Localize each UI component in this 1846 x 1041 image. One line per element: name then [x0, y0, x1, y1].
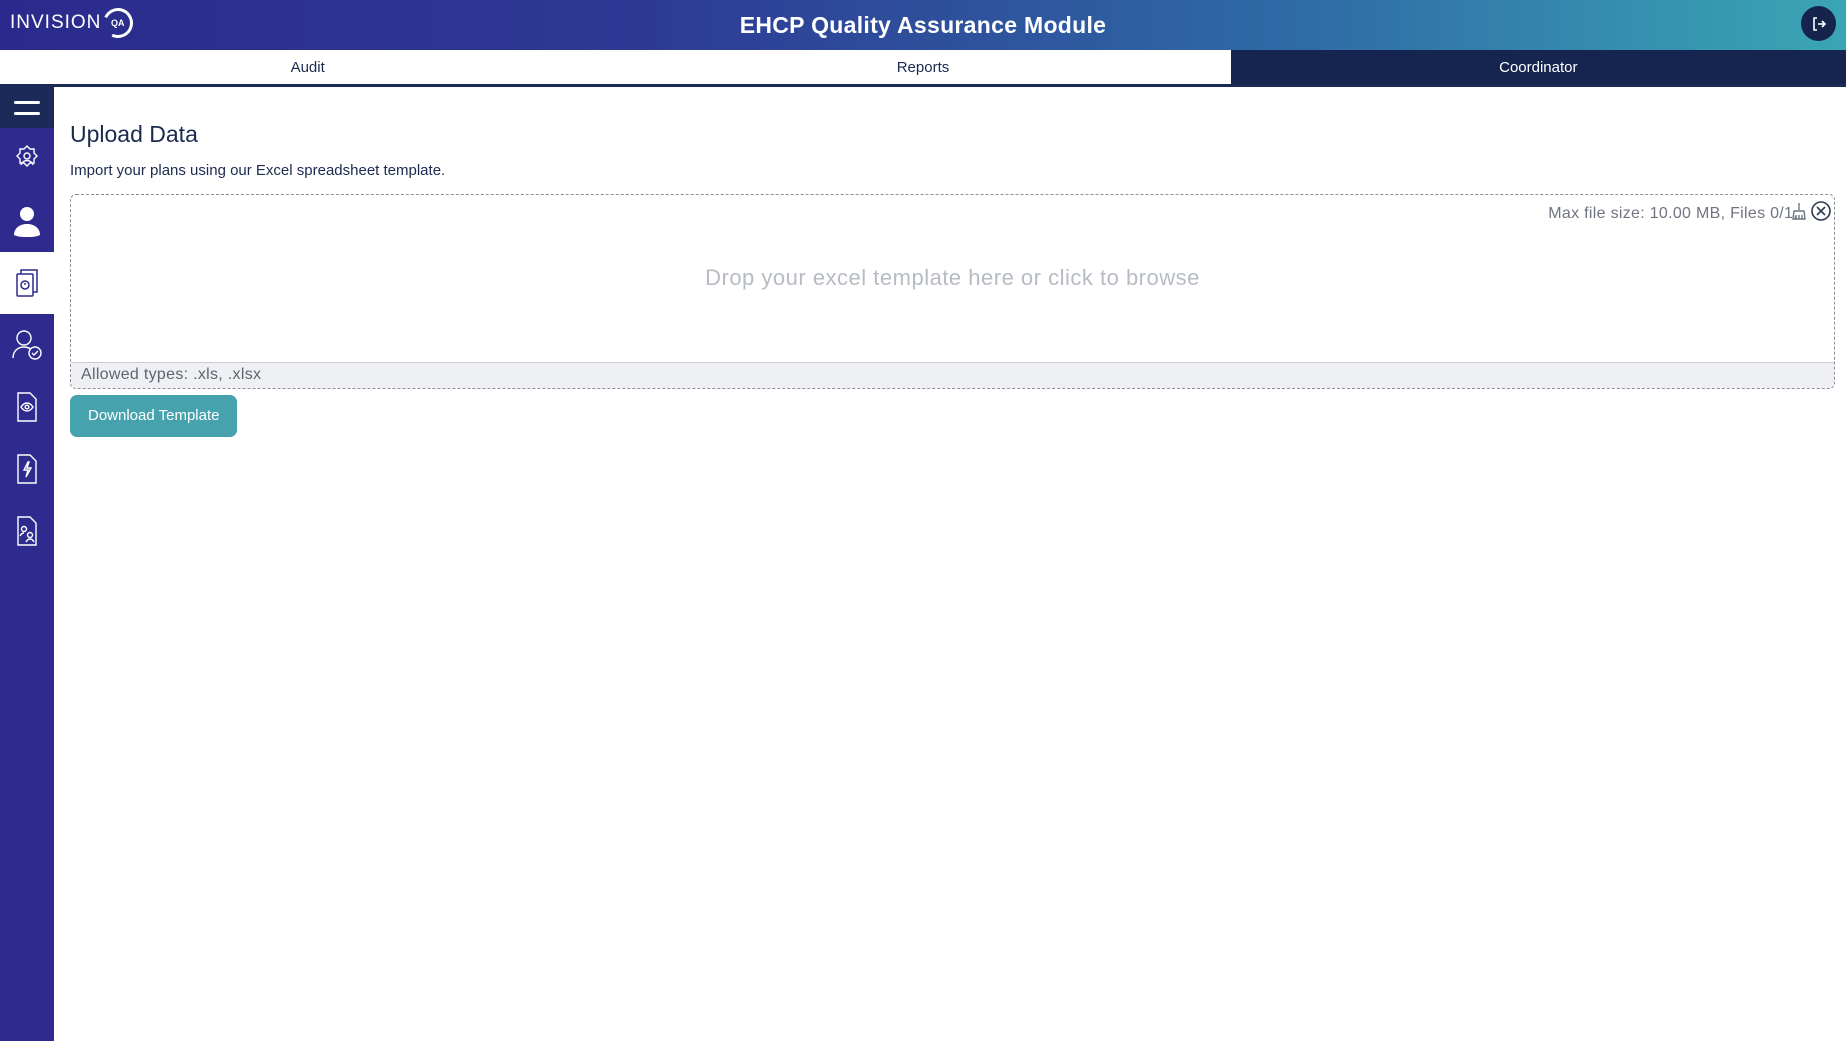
- logout-icon: [1812, 16, 1826, 31]
- sidebar-item-review[interactable]: [0, 376, 54, 438]
- dropzone-prompt: Drop your excel template here or click t…: [705, 265, 1200, 290]
- main-content: Upload Data Import your plans using our …: [70, 87, 1836, 437]
- document-people-icon: [17, 516, 37, 546]
- document-eye-icon: [17, 392, 37, 422]
- logo-ring-icon: QA: [99, 3, 138, 43]
- app-title: EHCP Quality Assurance Module: [739, 11, 1107, 38]
- sidebar-item-user-check[interactable]: [0, 314, 54, 376]
- page-subtitle: Import your plans using our Excel spread…: [70, 162, 446, 179]
- dropzone-controls: [1790, 200, 1832, 222]
- menu-icon: [14, 100, 40, 115]
- document-bolt-icon: [17, 454, 37, 484]
- sidebar-menu-toggle[interactable]: [0, 87, 54, 128]
- file-dropzone[interactable]: Max file size: 10.00 MB, Files 0/1, Drop…: [70, 194, 1835, 389]
- document-stack-icon: [16, 269, 38, 297]
- sidebar-item-documents[interactable]: [0, 252, 54, 314]
- allowed-types: Allowed types: .xls, .xlsx: [71, 362, 1834, 388]
- remove-all-button[interactable]: [1810, 200, 1832, 222]
- logo-text: INVISION: [10, 12, 102, 33]
- tab-coordinator[interactable]: Coordinator: [1230, 50, 1846, 84]
- sidebar-item-actions[interactable]: [0, 438, 54, 500]
- logout-button[interactable]: [1801, 6, 1836, 41]
- settings-users-icon: [16, 145, 38, 167]
- sidebar-item-user[interactable]: [0, 190, 54, 252]
- logo-badge: QA: [111, 18, 126, 28]
- sidebar-item-settings[interactable]: [0, 128, 54, 190]
- page-title: Upload Data: [70, 121, 198, 147]
- sidebar-item-team[interactable]: [0, 500, 54, 562]
- app-header: INVISION QA EHCP Quality Assurance Modul…: [0, 0, 1846, 50]
- dropzone-info: Max file size: 10.00 MB, Files 0/1,: [1548, 205, 1798, 222]
- user-check-icon: [12, 330, 42, 360]
- broom-icon: [1792, 203, 1806, 220]
- main-tabs: Audit Reports Coordinator: [0, 50, 1846, 87]
- sidebar: [0, 87, 54, 1041]
- tab-audit[interactable]: Audit: [0, 50, 616, 84]
- clear-files-button[interactable]: [1790, 200, 1808, 222]
- user-icon: [14, 207, 40, 237]
- invision-qa-logo: INVISION QA: [10, 3, 138, 43]
- tab-reports[interactable]: Reports: [615, 50, 1231, 84]
- download-template-button[interactable]: Download Template: [70, 395, 238, 437]
